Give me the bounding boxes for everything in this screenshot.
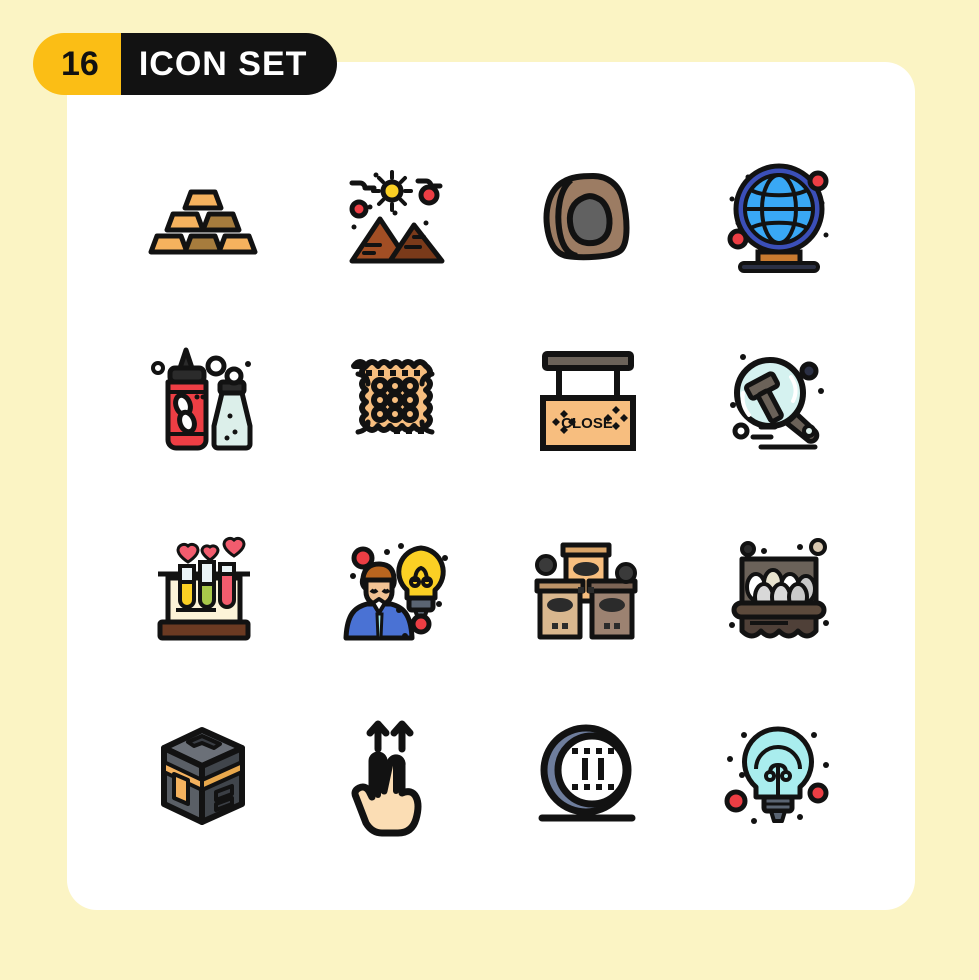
icon-cell-close-sign[interactable]: CLOSE xyxy=(491,309,683,496)
two-finger-swipe-up-icon xyxy=(351,720,422,836)
icon-cell-pyramids[interactable] xyxy=(299,122,491,309)
businessman-idea-icon xyxy=(343,542,448,640)
close-sign-text: CLOSE xyxy=(561,415,613,432)
icon-cell-two-finger-swipe-up[interactable] xyxy=(299,683,491,870)
icon-set-badge: 16 ICON SET xyxy=(33,33,338,95)
icon-cell-tire[interactable] xyxy=(491,683,683,870)
icon-cell-gavel-search[interactable] xyxy=(683,309,875,496)
icon-cell-boxes[interactable] xyxy=(491,496,683,683)
pyramids-icon xyxy=(349,169,445,263)
icon-cell-businessman-idea[interactable] xyxy=(299,496,491,683)
icon-cell-test-tubes[interactable] xyxy=(107,496,299,683)
ketchup-salt-icon xyxy=(151,347,253,450)
globe-stand-icon xyxy=(727,163,829,273)
icon-cell-kaaba[interactable] xyxy=(107,683,299,870)
light-bulb-icon xyxy=(724,725,829,824)
icon-cell-biscuit[interactable] xyxy=(299,309,491,496)
icon-cell-globe[interactable] xyxy=(683,122,875,309)
tire-icon xyxy=(538,724,636,821)
biscuit-cracker-icon xyxy=(351,358,435,434)
badge-label: ICON SET xyxy=(120,33,338,95)
icon-grid: CLOSE xyxy=(67,62,915,910)
test-tube-rack-icon xyxy=(157,536,251,640)
kaaba-icon xyxy=(161,726,245,825)
icon-cell-light-bulb[interactable] xyxy=(683,683,875,870)
boxes-stack-icon xyxy=(534,542,638,639)
icon-cell-gold-bars[interactable] xyxy=(107,122,299,309)
icon-cell-stone[interactable] xyxy=(491,122,683,309)
stone-rock-icon xyxy=(543,172,630,260)
icon-cell-ketchup-salt[interactable] xyxy=(107,309,299,496)
close-sign-icon: CLOSE xyxy=(540,350,636,451)
gavel-search-icon xyxy=(730,353,824,449)
egg-carton-icon xyxy=(729,537,829,638)
badge-count: 16 xyxy=(33,33,121,95)
icon-cell-egg-carton[interactable] xyxy=(683,496,875,683)
gold-bars-icon xyxy=(148,189,258,254)
